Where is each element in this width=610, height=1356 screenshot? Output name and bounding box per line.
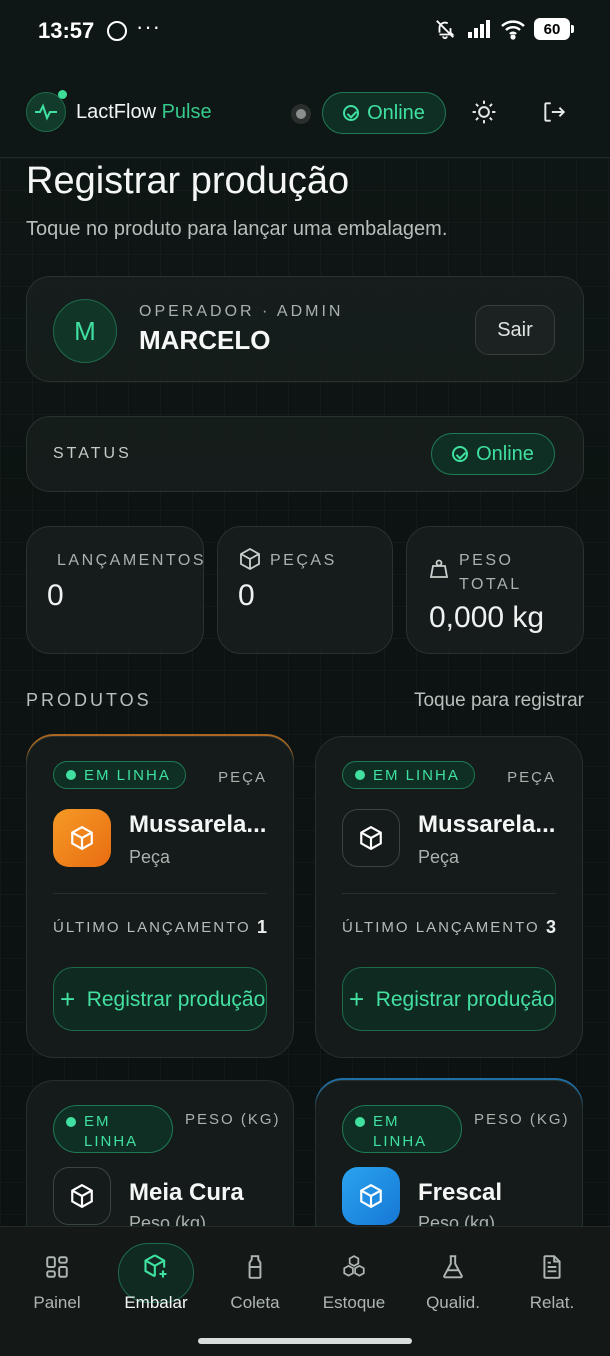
battery-icon: 60	[534, 18, 574, 40]
stat-label: LANÇAMENTOS	[57, 552, 207, 569]
nav-item-embalar[interactable]: Embalar	[106, 1251, 206, 1313]
package-plus-icon	[140, 1251, 172, 1283]
product-type: Peça	[129, 847, 171, 867]
brand-name: LactFlow Pulse	[76, 101, 212, 123]
boxes-icon	[338, 1251, 370, 1283]
logout-header-button[interactable]	[536, 94, 572, 130]
product-name: Mussarela...	[129, 811, 267, 838]
theme-toggle-button[interactable]	[466, 94, 502, 130]
page-title: Registrar produção	[26, 160, 350, 202]
status-card: STATUS Online	[26, 416, 584, 492]
cheese-box-icon	[53, 809, 111, 867]
system-status-bar: 13:57 ··· 60	[0, 0, 610, 64]
signal-icon	[466, 18, 492, 40]
app-header: LactFlow Pulse Online	[0, 64, 610, 158]
avatar: M	[53, 299, 117, 363]
operator-name: MARCELO	[139, 325, 271, 355]
last-launch-value: 1	[256, 917, 267, 937]
cheese-box-icon	[53, 1167, 111, 1225]
unit-label: PESO (KG)	[474, 1111, 570, 1128]
status-online-pill: Online	[431, 433, 555, 475]
unit-label: PEÇA	[507, 769, 556, 786]
plus-icon: +	[60, 984, 76, 1014]
whatsapp-icon	[107, 21, 127, 41]
flask-icon	[437, 1251, 469, 1283]
logo-status-dot	[58, 90, 67, 99]
more-notifications-icon: ···	[136, 14, 161, 39]
nav-item-qualidade[interactable]: Qualid.	[403, 1251, 503, 1313]
product-card[interactable]: EM LINHA PEÇA Mussarela... Peça ÚLTIMO L…	[315, 736, 583, 1058]
register-production-button[interactable]: + Registrar produção	[53, 967, 267, 1031]
report-icon	[536, 1251, 568, 1283]
operator-card: M OPERADOR · ADMIN MARCELO Sair	[26, 276, 584, 382]
product-name: Mussarela...	[418, 811, 556, 838]
online-status-pill[interactable]: Online	[322, 92, 446, 134]
nav-item-estoque[interactable]: Estoque	[304, 1251, 404, 1313]
stat-label: PESO TOTAL	[459, 552, 522, 593]
cheese-box-icon	[342, 809, 400, 867]
divider	[53, 893, 267, 894]
stat-value: 0	[238, 579, 255, 612]
nav-item-relatorios[interactable]: Relat.	[502, 1251, 602, 1313]
milk-bottle-icon	[239, 1251, 271, 1283]
bottom-navigation: Painel Embalar Coleta Estoque Qualid. Re…	[0, 1226, 610, 1356]
grid-icon	[41, 1251, 73, 1283]
check-circle-icon	[452, 446, 469, 462]
sun-icon	[472, 100, 496, 124]
stat-pieces: PEÇAS 0	[217, 526, 393, 654]
clock: 13:57	[38, 18, 95, 43]
register-production-button[interactable]: + Registrar produção	[342, 967, 556, 1031]
status-badge: EM LINHA	[342, 761, 475, 789]
products-section-title: PRODUTOS	[26, 690, 152, 710]
stat-launches: LANÇAMENTOS 0	[26, 526, 204, 654]
unit-label: PESO (KG)	[185, 1111, 281, 1128]
plus-icon: +	[349, 984, 365, 1014]
box-icon	[240, 547, 260, 571]
cheese-box-icon	[342, 1167, 400, 1225]
stat-label: PEÇAS	[270, 552, 337, 569]
product-name: Meia Cura	[129, 1179, 244, 1206]
status-badge: EM LINHA	[53, 761, 186, 789]
last-launch-value: 3	[545, 917, 556, 937]
weight-icon	[429, 559, 449, 578]
last-launch-label: ÚLTIMO LANÇAMENTO	[342, 919, 540, 936]
unit-label: PEÇA	[218, 769, 267, 786]
stat-total-weight: PESO TOTAL 0,000 kg	[406, 526, 584, 654]
sync-indicator-icon	[291, 104, 311, 124]
product-type: Peça	[418, 847, 460, 867]
status-label: STATUS	[53, 445, 132, 462]
status-badge: EM LINHA	[342, 1105, 462, 1153]
products-section-hint: Toque para registrar	[413, 690, 584, 711]
product-name: Frescal	[418, 1179, 503, 1206]
wifi-icon	[500, 18, 526, 40]
last-launch-label: ÚLTIMO LANÇAMENTO	[53, 919, 251, 936]
home-indicator[interactable]	[198, 1338, 412, 1344]
nav-item-painel[interactable]: Painel	[7, 1251, 107, 1313]
mute-icon	[432, 18, 458, 40]
divider	[342, 893, 556, 894]
operator-role: OPERADOR · ADMIN	[139, 303, 344, 320]
status-badge: EM LINHA	[53, 1105, 173, 1153]
logout-icon	[544, 102, 566, 122]
stat-value: 0,000 kg	[429, 601, 545, 634]
stat-value: 0	[47, 579, 64, 612]
operator-logout-button[interactable]: Sair	[475, 305, 555, 355]
page-subtitle: Toque no produto para lançar uma embalag…	[26, 218, 448, 240]
check-circle-icon	[343, 105, 360, 121]
nav-item-coleta[interactable]: Coleta	[205, 1251, 305, 1313]
product-card[interactable]: EM LINHA PEÇA Mussarela... Peça ÚLTIMO L…	[26, 736, 294, 1058]
